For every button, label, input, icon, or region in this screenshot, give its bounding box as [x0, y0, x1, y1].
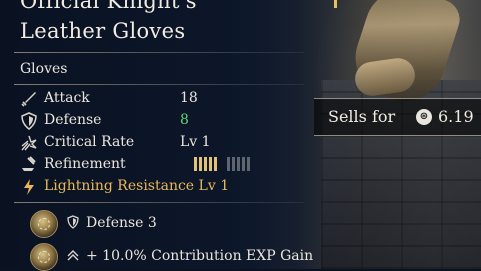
stat-value: Lv 1: [180, 134, 211, 150]
stat-label: Defense: [44, 112, 102, 128]
coin-icon: ⊛: [416, 109, 432, 125]
perk-text: Defense 3: [86, 215, 157, 231]
refinement-bar-empty: [232, 157, 235, 171]
refinement-bar-filled: [194, 157, 197, 171]
sell-price-box: Sells for ⊛ 6.19: [314, 98, 481, 136]
refinement-level-bars: [194, 157, 252, 175]
special-label: Lightning Resistance Lv 1: [44, 178, 230, 194]
item-tooltip-panel: Official Knight's Leather Gloves Gloves …: [0, 0, 320, 271]
top-marker: [334, 0, 337, 8]
shield-icon: [21, 112, 37, 130]
stat-row-critical-rate: Critical Rate Lv 1: [20, 132, 320, 154]
stat-row-defense: Defense 8: [20, 110, 320, 132]
perk-row-contribution-exp: + 10.0% Contribution EXP Gain: [66, 248, 313, 264]
stat-value: 18: [180, 90, 198, 106]
rank-up-icon: [67, 250, 79, 261]
bronze-medal-emblem: [30, 243, 58, 271]
perks-divider: [14, 202, 304, 203]
critical-burst-icon: [21, 135, 37, 151]
lightning-icon: [24, 179, 34, 195]
item-title: Official Knight's Leather Gloves: [20, 0, 197, 43]
sword-icon: [21, 92, 36, 107]
title-divider: [14, 52, 304, 53]
refinement-bar-empty: [227, 157, 230, 171]
category-divider: [14, 84, 304, 85]
sell-amount: 6.19: [438, 107, 474, 126]
stat-row-attack: Attack 18: [20, 88, 320, 110]
refinement-bar-filled: [209, 157, 212, 171]
special-resistance-row: Lightning Resistance Lv 1: [20, 176, 320, 198]
refinement-bar-empty: [242, 157, 245, 171]
stat-value: 8: [180, 112, 189, 128]
perk-text: + 10.0% Contribution EXP Gain: [86, 248, 314, 264]
refinement-bar-filled: [199, 157, 202, 171]
stat-label: Attack: [44, 90, 90, 106]
stat-label: Critical Rate: [44, 134, 135, 150]
sell-label: Sells for: [328, 107, 396, 126]
bronze-medal-emblem: [30, 210, 58, 238]
refinement-bar-empty: [237, 157, 240, 171]
shield-icon: [67, 215, 79, 229]
refinement-bar-empty: [247, 157, 250, 171]
anvil-hammer-icon: [22, 156, 36, 171]
perk-row-defense: Defense 3: [66, 215, 157, 231]
refinement-bar-filled: [204, 157, 207, 171]
stat-row-refinement: Refinement: [20, 154, 320, 176]
refinement-bar-filled: [214, 157, 217, 171]
item-category: Gloves: [20, 61, 68, 77]
stat-label: Refinement: [44, 156, 126, 172]
